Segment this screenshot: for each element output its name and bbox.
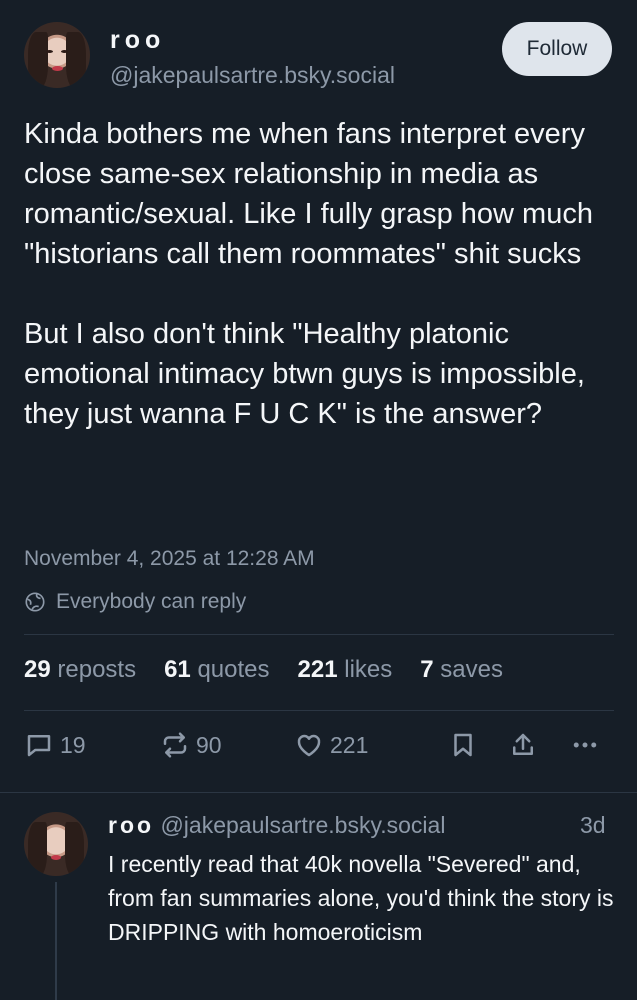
repost-icon (163, 732, 187, 758)
divider (24, 710, 614, 711)
divider (24, 634, 614, 635)
reply-display-name[interactable]: roo (108, 812, 154, 838)
avatar-lips (51, 855, 61, 860)
share-button[interactable] (508, 730, 544, 760)
reposts-count: 29 (24, 656, 51, 683)
post-timestamp: November 4, 2025 at 12:28 AM (24, 547, 315, 570)
avatar-lips (52, 66, 63, 71)
reply-text[interactable]: I recently read that 40k novella "Severe… (108, 847, 616, 949)
more-horizontal-icon (573, 742, 597, 748)
saves-count: 7 (420, 656, 434, 683)
like-count: 221 (330, 731, 369, 758)
reply-setting: Everybody can reply (24, 590, 246, 614)
reply-icon (27, 735, 51, 757)
avatar-eye-left (46, 50, 53, 53)
share-icon (513, 733, 533, 755)
reposts-label: reposts (57, 656, 137, 683)
globe-icon (25, 592, 45, 612)
repost-button[interactable]: 90 (160, 730, 222, 760)
avatar-hair-left (28, 32, 48, 88)
author-display-name[interactable]: roo (110, 26, 165, 55)
bookmark-button[interactable] (448, 730, 484, 760)
avatar-hair-right (65, 822, 84, 876)
saves-label: saves (440, 656, 503, 683)
reply-setting-label: Everybody can reply (56, 590, 247, 613)
engagement-stats: 29 reposts 61 quotes 221 likes 7 saves (24, 656, 531, 684)
post-text-paragraph-1: Kinda bothers me when fans interpret eve… (24, 118, 602, 270)
bookmark-icon (454, 733, 472, 757)
likes-label: likes (344, 656, 393, 683)
thread-line (55, 882, 57, 1000)
reply-author-avatar[interactable] (24, 812, 88, 876)
post-actions: 19 90 221 (24, 730, 614, 770)
post-header: roo @jakepaulsartre.bsky.social Follow (24, 22, 614, 88)
heart-icon (297, 734, 321, 757)
avatar-eye-right (61, 50, 68, 53)
quotes-label: quotes (197, 656, 270, 683)
likes-stat[interactable]: 221 likes (298, 656, 393, 684)
reply-count: 19 (60, 731, 86, 758)
reply-age: 3d (580, 812, 606, 838)
thread-separator (0, 792, 637, 793)
reply-button[interactable]: 19 (24, 730, 86, 760)
reposts-stat[interactable]: 29 reposts (24, 656, 136, 684)
quotes-count: 61 (164, 656, 191, 683)
likes-count: 221 (297, 656, 338, 683)
quotes-stat[interactable]: 61 quotes (164, 656, 269, 684)
post-thread-view: roo @jakepaulsartre.bsky.social Follow K… (0, 0, 637, 1000)
reply-header: roo @jakepaulsartre.bsky.social (108, 812, 616, 839)
like-button[interactable]: 221 (294, 730, 368, 760)
author-handle[interactable]: @jakepaulsartre.bsky.social (110, 62, 395, 89)
repost-count: 90 (196, 731, 222, 758)
more-options-button[interactable] (570, 730, 606, 760)
post-text-paragraph-2: But I also don't think "Healthy platonic… (24, 318, 593, 430)
post-text: Kinda bothers me when fans interpret eve… (24, 114, 624, 434)
saves-stat[interactable]: 7 saves (420, 656, 503, 684)
follow-button[interactable]: Follow (502, 22, 612, 76)
avatar-hair-right (66, 32, 86, 88)
reply-handle[interactable]: @jakepaulsartre.bsky.social (160, 812, 445, 838)
avatar-hair-left (28, 822, 47, 876)
author-avatar[interactable] (24, 22, 90, 88)
